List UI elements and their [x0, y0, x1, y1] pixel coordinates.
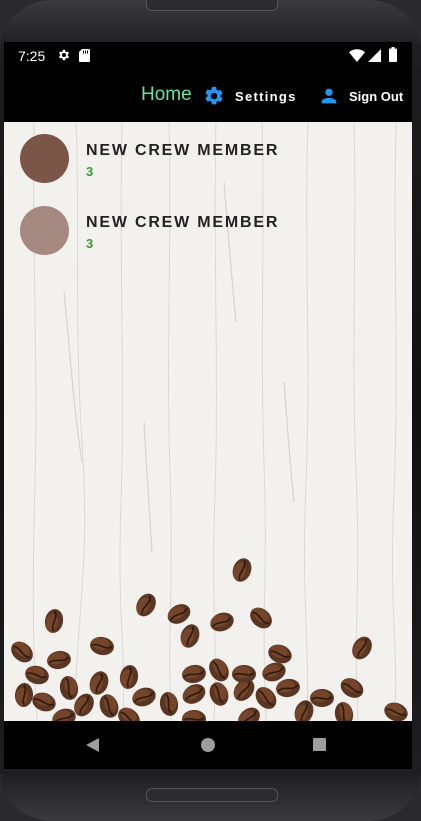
- gear-icon: [205, 86, 223, 105]
- app-bar: Home Settings Sign Out: [4, 72, 412, 122]
- crew-member-name: NEW CREW MEMBER: [86, 142, 280, 159]
- crew-member-count: 3: [86, 164, 94, 179]
- settings-button[interactable]: Settings: [203, 83, 297, 109]
- crew-list: NEW CREW MEMBER 3 NEW CREW MEMBER 3: [4, 122, 412, 721]
- home-icon[interactable]: [201, 738, 215, 752]
- recents-icon[interactable]: [313, 738, 326, 751]
- back-icon[interactable]: [86, 738, 100, 752]
- sd-card-icon: [79, 49, 90, 62]
- sign-out-label: Sign Out: [349, 88, 404, 104]
- bottom-speaker: [146, 788, 278, 802]
- screen: 7:25 Home Settings Sign Out NEW CREW MEM…: [4, 42, 412, 769]
- avatar: [20, 134, 69, 183]
- status-time: 7:25: [18, 48, 46, 64]
- signal-icon: [368, 49, 381, 62]
- top-speaker: [146, 0, 278, 11]
- person-icon: [321, 88, 337, 104]
- navigation-bar: [4, 721, 412, 769]
- gear-icon: [58, 49, 70, 61]
- avatar: [20, 206, 69, 255]
- home-title[interactable]: Home: [141, 84, 192, 106]
- status-bar: 7:25: [4, 42, 412, 72]
- crew-member-count: 3: [86, 236, 94, 251]
- battery-icon: [389, 47, 397, 62]
- phone-frame: 7:25 Home Settings Sign Out NEW CREW MEM…: [0, 0, 421, 821]
- crew-member-item[interactable]: NEW CREW MEMBER 3: [4, 134, 412, 198]
- wifi-icon: [349, 49, 365, 62]
- crew-member-name: NEW CREW MEMBER: [86, 214, 280, 231]
- sign-out-button[interactable]: Sign Out: [318, 83, 403, 109]
- settings-label: Settings: [235, 88, 297, 104]
- crew-member-item[interactable]: NEW CREW MEMBER 3: [4, 206, 412, 270]
